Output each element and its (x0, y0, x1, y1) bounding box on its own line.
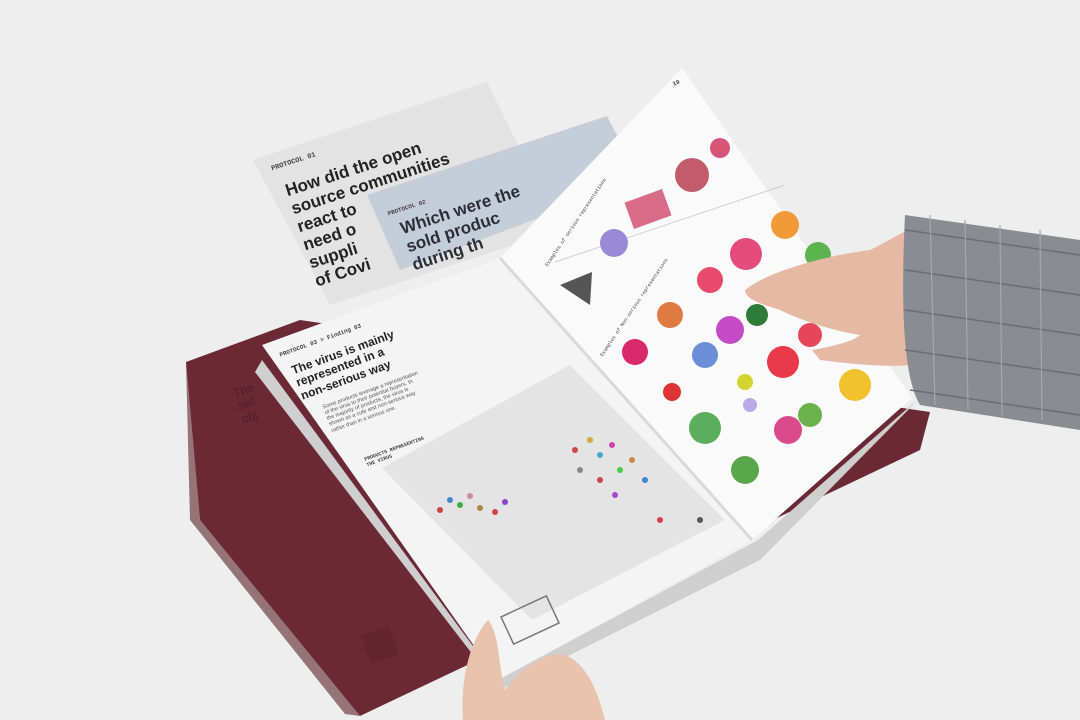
plaid-sleeve (903, 214, 1080, 430)
photo-scene (186, 68, 1080, 720)
